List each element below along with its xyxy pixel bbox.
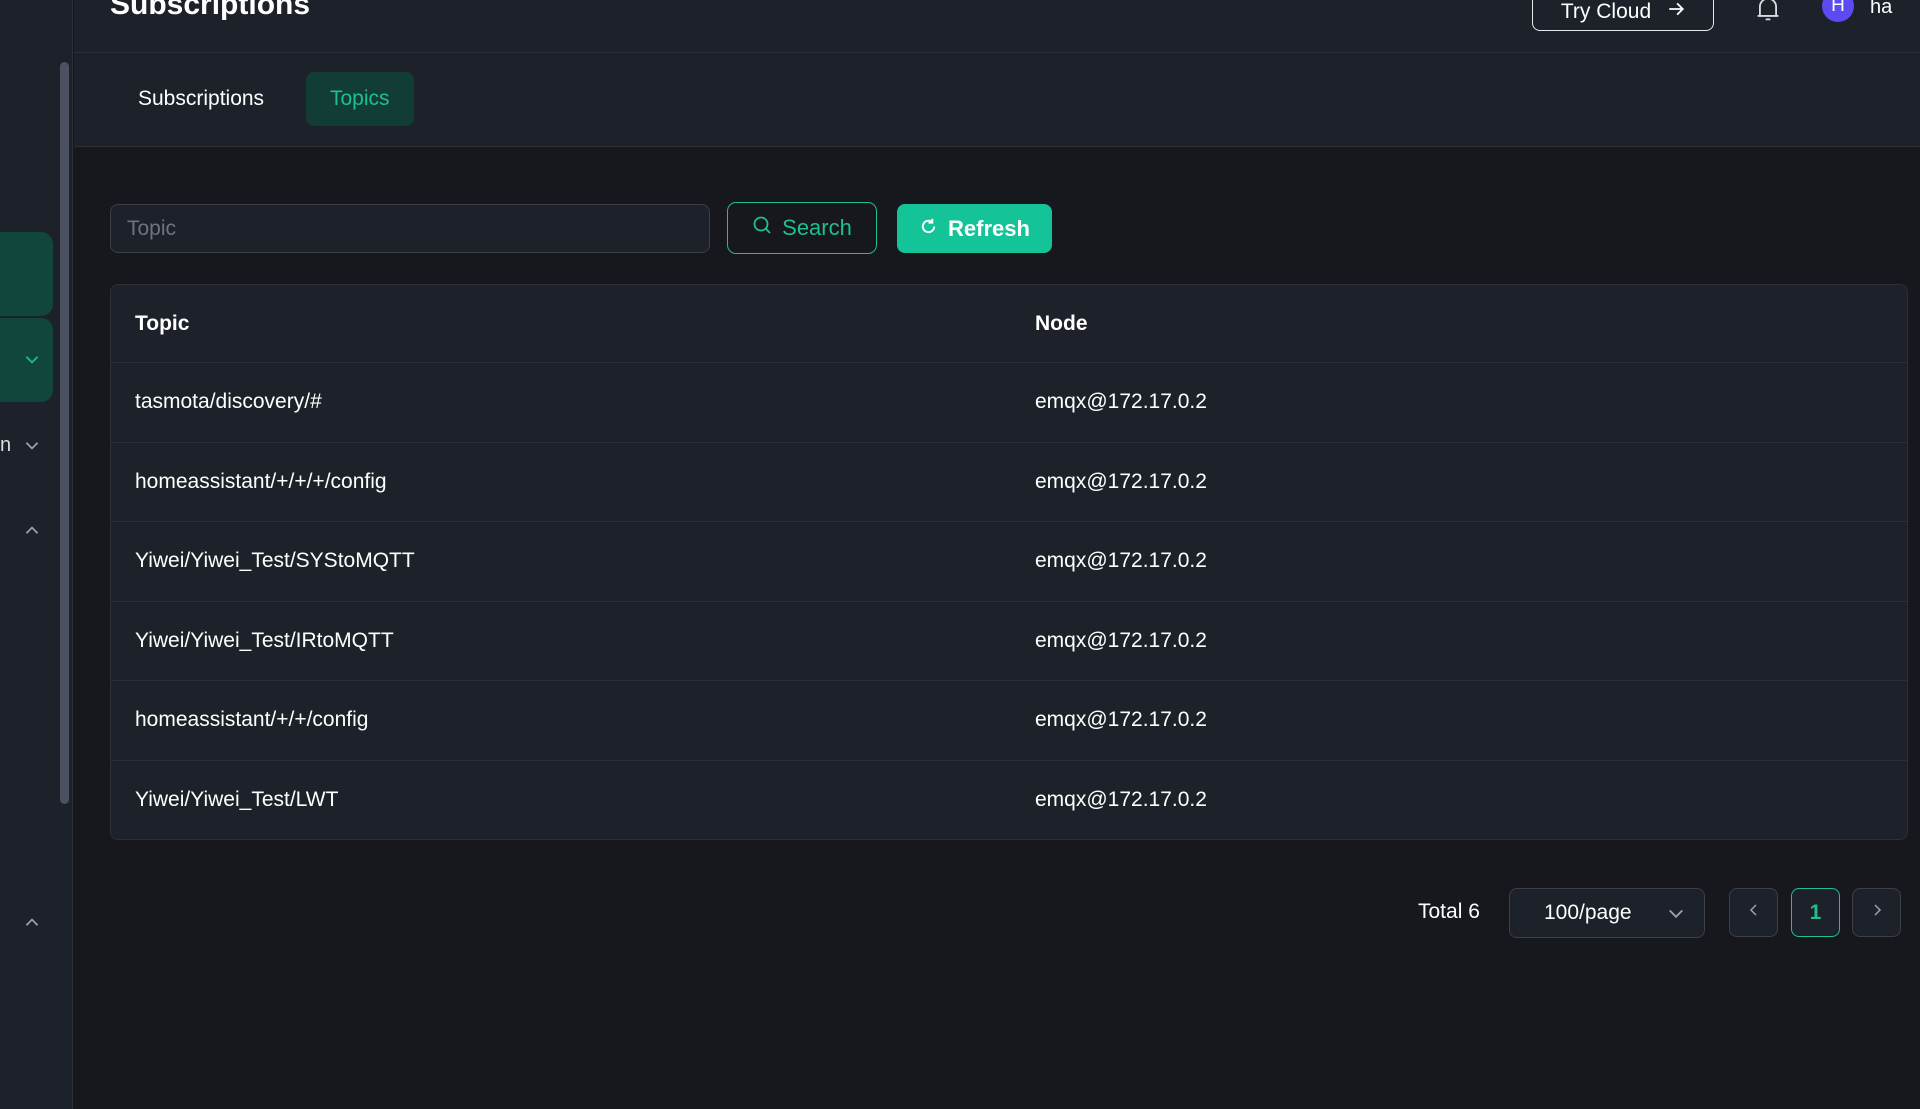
column-header-node: Node	[1035, 311, 1088, 335]
search-button-label: Search	[782, 215, 852, 240]
search-button[interactable]: Search	[727, 202, 877, 254]
chevron-left-icon	[1746, 902, 1762, 923]
prev-page-button[interactable]	[1729, 888, 1778, 937]
search-icon	[752, 215, 772, 241]
table-row: tasmota/discovery/# emqx@172.17.0.2	[111, 363, 1907, 443]
avatar[interactable]: H	[1822, 0, 1854, 22]
node-cell: emqx@172.17.0.2	[1035, 549, 1207, 573]
bell-icon[interactable]	[1754, 0, 1782, 24]
refresh-icon	[919, 216, 938, 242]
topics-table: Topic Node tasmota/discovery/# emqx@172.…	[110, 284, 1908, 840]
username[interactable]: ha	[1870, 0, 1892, 19]
topic-cell: Yiwei/Yiwei_Test/LWT	[135, 788, 339, 812]
topic-cell: Yiwei/Yiwei_Test/IRtoMQTT	[135, 628, 394, 652]
topic-cell: homeassistant/+/+/config	[135, 708, 369, 732]
page-size-value: 100/page	[1544, 901, 1632, 924]
page-title: Subscriptions	[110, 0, 311, 21]
table-row: homeassistant/+/+/config emqx@172.17.0.2	[111, 681, 1907, 761]
app-root: n Subscriptions Try Cloud H ha Subscript…	[0, 0, 1920, 1109]
try-cloud-label: Try Cloud	[1560, 0, 1652, 23]
chevron-up-icon[interactable]	[23, 522, 41, 540]
node-cell: emqx@172.17.0.2	[1035, 788, 1207, 812]
chevron-up-icon[interactable]	[23, 914, 41, 932]
sidebar-item-label: n	[0, 434, 12, 456]
node-cell: emqx@172.17.0.2	[1035, 390, 1207, 414]
chevron-down-icon	[1666, 903, 1686, 923]
refresh-button[interactable]: Refresh	[897, 204, 1052, 253]
topic-search-input[interactable]	[110, 204, 710, 253]
topic-cell: tasmota/discovery/#	[135, 390, 322, 414]
topic-cell: Yiwei/Yiwei_Test/SYStoMQTT	[135, 549, 415, 573]
table-row: Yiwei/Yiwei_Test/SYStoMQTT emqx@172.17.0…	[111, 522, 1907, 602]
page-number-button[interactable]: 1	[1791, 888, 1840, 937]
table-row: Yiwei/Yiwei_Test/LWT emqx@172.17.0.2	[111, 761, 1907, 840]
try-cloud-button[interactable]: Try Cloud	[1532, 0, 1714, 31]
arrow-right-icon	[1667, 0, 1685, 24]
table-row: Yiwei/Yiwei_Test/IRtoMQTT emqx@172.17.0.…	[111, 602, 1907, 681]
topic-cell: homeassistant/+/+/+/config	[135, 469, 387, 493]
node-cell: emqx@172.17.0.2	[1035, 628, 1207, 652]
top-header: Subscriptions Try Cloud H ha	[74, 0, 1920, 53]
tabs-bar: Subscriptions Topics	[74, 53, 1920, 147]
next-page-button[interactable]	[1852, 888, 1901, 937]
pagination-total: Total 6	[1418, 900, 1480, 923]
table-row: homeassistant/+/+/+/config emqx@172.17.0…	[111, 443, 1907, 522]
page-size-select[interactable]: 100/page	[1509, 888, 1705, 938]
column-header-topic: Topic	[135, 311, 190, 335]
chevron-right-icon	[1869, 902, 1885, 923]
node-cell: emqx@172.17.0.2	[1035, 708, 1207, 732]
chevron-down-icon[interactable]	[23, 350, 41, 368]
refresh-button-label: Refresh	[948, 215, 1030, 241]
table-header-row: Topic Node	[111, 285, 1907, 363]
tab-subscriptions[interactable]: Subscriptions	[114, 72, 288, 126]
sidebar-item-active[interactable]	[0, 232, 53, 316]
tab-topics[interactable]: Topics	[306, 72, 414, 126]
node-cell: emqx@172.17.0.2	[1035, 469, 1207, 493]
sidebar-scrollbar[interactable]	[60, 62, 69, 804]
chevron-down-icon[interactable]	[23, 436, 41, 454]
sidebar: n	[0, 0, 73, 1109]
